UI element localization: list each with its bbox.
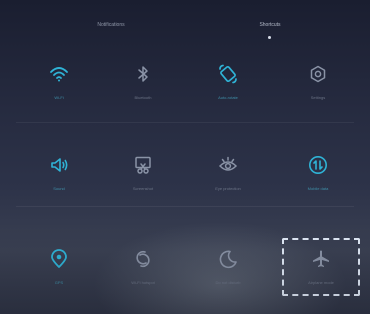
bluetooth-label: Bluetooth xyxy=(134,95,152,100)
auto-rotate-toggle[interactable]: Auto-rotate xyxy=(193,64,263,120)
eye-protection-label: Eye protection xyxy=(215,186,241,191)
mobile-data-label: Mobile data xyxy=(307,186,329,191)
quick-settings-panel: Notifications Shortcuts Wi-Fi Bluetooth xyxy=(0,0,370,314)
wifi-label: Wi-Fi xyxy=(54,95,64,100)
sound-toggle[interactable]: Sound xyxy=(24,155,94,211)
wifi-icon xyxy=(49,64,69,84)
eye-icon xyxy=(218,155,238,175)
tab-notifications[interactable]: Notifications xyxy=(97,22,124,28)
mobile-data-toggle[interactable]: Mobile data xyxy=(283,155,353,211)
active-tab-indicator xyxy=(268,36,271,39)
screenshot-shortcut[interactable]: Screenshot xyxy=(108,155,178,211)
bluetooth-toggle[interactable]: Bluetooth xyxy=(108,64,178,120)
screenshot-label: Screenshot xyxy=(132,186,154,191)
eye-protection-toggle[interactable]: Eye protection xyxy=(193,155,263,211)
bottom-shade xyxy=(0,226,370,314)
screenshot-icon xyxy=(133,155,153,175)
settings-label: Settings xyxy=(310,95,326,100)
auto-rotate-label: Auto-rotate xyxy=(218,95,238,100)
gear-icon xyxy=(308,64,328,84)
mobile-data-icon xyxy=(308,155,328,175)
sound-icon xyxy=(49,155,69,175)
row-divider xyxy=(16,122,354,123)
wifi-toggle[interactable]: Wi-Fi xyxy=(24,64,94,120)
settings-shortcut[interactable]: Settings xyxy=(283,64,353,120)
tab-shortcuts[interactable]: Shortcuts xyxy=(259,22,280,28)
sound-label: Sound xyxy=(53,186,65,191)
rotate-icon xyxy=(218,64,238,84)
panel-tabs: Notifications Shortcuts xyxy=(0,0,370,44)
bluetooth-icon xyxy=(133,64,153,84)
